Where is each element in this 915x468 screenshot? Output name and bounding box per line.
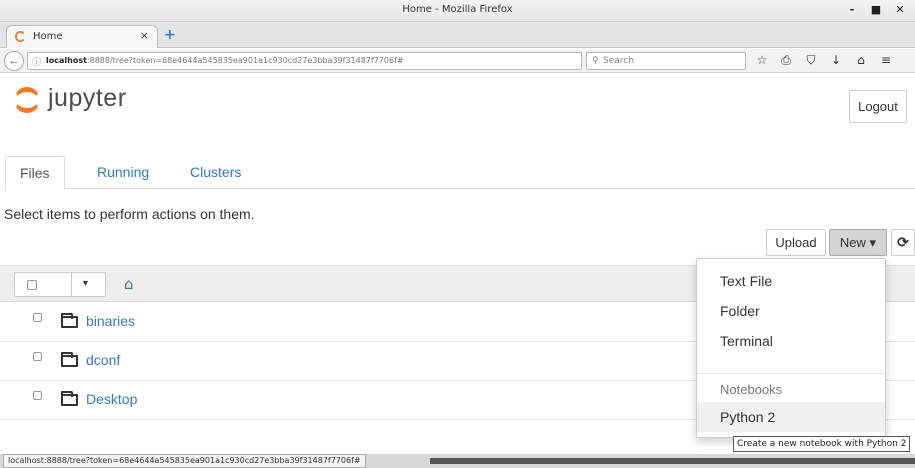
- select-all-dropdown[interactable]: ▾: [14, 272, 106, 297]
- url-host: localhost: [46, 56, 87, 65]
- new-tab-icon[interactable]: +: [164, 28, 176, 42]
- menu-item-folder[interactable]: Folder: [697, 296, 885, 326]
- pocket-icon[interactable]: ⛉: [803, 53, 819, 68]
- tab-files[interactable]: Files: [5, 156, 65, 190]
- menu-divider: [697, 373, 885, 374]
- item-checkbox[interactable]: [33, 313, 42, 322]
- menu-item-terminal[interactable]: Terminal: [697, 326, 885, 356]
- jupyter-logo-icon[interactable]: [14, 87, 40, 113]
- menu-item-python2[interactable]: Python 2: [697, 402, 885, 432]
- refresh-icon[interactable]: ⟳: [891, 229, 915, 256]
- screen: Home - Mozilla Firefox ‑ ■ ✕ Home × + ← …: [0, 0, 915, 468]
- url-text: localhost:8888/tree?token=68e4644a545835…: [46, 56, 404, 65]
- folder-icon: [61, 391, 78, 406]
- statusbar-strip: [430, 458, 915, 464]
- bookmark-star-icon[interactable]: ☆: [754, 53, 770, 67]
- menu-item-text-file[interactable]: Text File: [697, 266, 885, 296]
- upload-button[interactable]: Upload: [766, 229, 826, 256]
- item-name-link[interactable]: Desktop: [86, 391, 137, 407]
- browser-statusbar: localhost:8888/tree?token=68e4644a545835…: [0, 454, 915, 468]
- url-path: :8888/tree?token=68e4644a545835ea901a1c9…: [86, 56, 404, 65]
- close-window-icon[interactable]: ✕: [893, 3, 907, 16]
- item-checkbox[interactable]: [33, 391, 42, 400]
- logout-button[interactable]: Logout: [849, 90, 907, 123]
- maximize-icon[interactable]: ■: [869, 3, 883, 16]
- downloads-icon[interactable]: ↓: [828, 53, 844, 67]
- item-name-link[interactable]: binaries: [86, 313, 135, 329]
- jupyter-favicon-icon: [15, 31, 26, 42]
- status-url: localhost:8888/tree?token=68e4644a545835…: [3, 454, 366, 468]
- bookmarks-list-icon[interactable]: ⎙: [778, 53, 794, 68]
- search-placeholder: Search: [603, 56, 634, 66]
- window-title: Home - Mozilla Firefox: [402, 4, 513, 15]
- new-dropdown-menu: Text File Folder Terminal Notebooks Pyth…: [696, 258, 886, 438]
- browser-tab-home[interactable]: Home ×: [6, 25, 158, 48]
- jupyter-logo-text[interactable]: jupyter: [48, 84, 127, 113]
- browser-tab-title: Home: [33, 31, 63, 42]
- new-button[interactable]: New ▾: [829, 229, 887, 256]
- item-checkbox[interactable]: [33, 352, 42, 361]
- instruction-text: Select items to perform actions on them.: [4, 206, 255, 222]
- browser-navbar: ← ⓘ localhost:8888/tree?token=68e4644a54…: [0, 49, 915, 73]
- menu-section-notebooks: Notebooks: [720, 382, 783, 397]
- jupyter-header: jupyter Logout: [0, 73, 915, 129]
- folder-icon: [61, 352, 78, 367]
- chevron-down-icon[interactable]: ▾: [83, 278, 88, 289]
- url-bar[interactable]: ⓘ localhost:8888/tree?token=68e4644a5458…: [27, 52, 602, 70]
- select-all-checkbox[interactable]: [27, 280, 37, 290]
- folder-icon: [61, 313, 78, 328]
- item-name-link[interactable]: dconf: [86, 352, 120, 368]
- search-icon: ⚲: [592, 55, 599, 65]
- tab-clusters[interactable]: Clusters: [176, 156, 255, 189]
- tooltip: Create a new notebook with Python 2: [733, 436, 911, 452]
- tab-running[interactable]: Running: [83, 156, 163, 189]
- back-button[interactable]: ←: [4, 51, 24, 71]
- home-folder-icon[interactable]: ⌂: [124, 275, 134, 293]
- home-icon[interactable]: ⌂: [853, 53, 869, 67]
- tab-close-icon[interactable]: ×: [140, 29, 149, 42]
- browser-tabstrip: Home × +: [0, 22, 915, 48]
- dashboard-tabs: Files Running Clusters: [5, 156, 915, 190]
- minimize-icon[interactable]: ‑: [845, 3, 859, 16]
- menu-icon[interactable]: ≡: [878, 53, 894, 67]
- site-info-icon[interactable]: ⓘ: [32, 55, 41, 68]
- search-input[interactable]: ⚲ Search: [586, 52, 746, 70]
- window-titlebar: Home - Mozilla Firefox ‑ ■ ✕: [0, 0, 915, 22]
